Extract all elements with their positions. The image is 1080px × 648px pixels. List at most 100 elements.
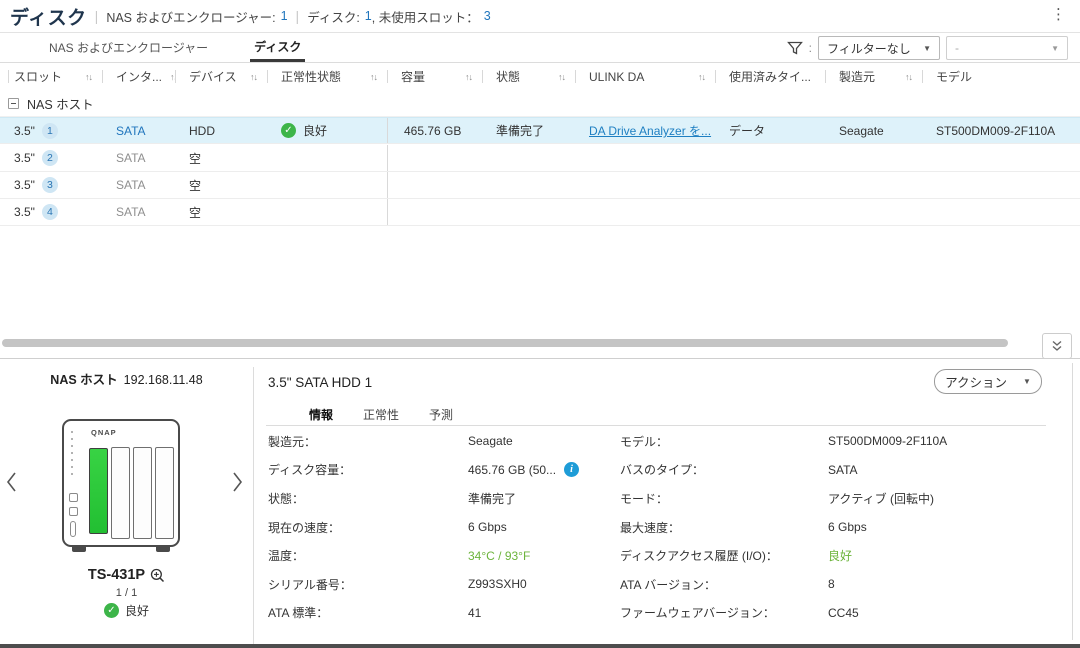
- sort-icon[interactable]: ↑↓: [250, 72, 257, 82]
- action-button[interactable]: アクション ▼: [934, 369, 1042, 394]
- summary-free-slots-label: , 未使用スロット：: [372, 7, 479, 26]
- health-cell: [267, 199, 387, 225]
- sort-icon[interactable]: ↑↓: [905, 72, 912, 82]
- field-label-disk-access-history: ディスクアクセス履歴 (I/O)：: [620, 547, 828, 564]
- carousel-next-button[interactable]: [229, 471, 245, 493]
- horizontal-scrollbar-thumb[interactable]: [2, 339, 1008, 347]
- slot-cell: 3.5" 4: [0, 199, 102, 225]
- ulink-da-cell: [575, 172, 715, 198]
- field-value-serial-number: Z993SXH0: [468, 577, 620, 591]
- used-type-cell: [715, 145, 825, 171]
- zoom-in-icon[interactable]: [150, 568, 165, 583]
- column-header-status[interactable]: 状態 ↑↓: [482, 63, 575, 90]
- manufacturer-cell: Seagate: [825, 118, 922, 143]
- column-header-model[interactable]: モデル: [922, 63, 1080, 90]
- sort-icon[interactable]: ↑↓: [85, 72, 92, 82]
- sort-icon[interactable]: ↑↓: [370, 72, 377, 82]
- column-header-device[interactable]: デバイス ↑↓: [175, 63, 267, 90]
- separator: |: [296, 8, 300, 24]
- slot-number-badge: 1: [42, 123, 58, 139]
- device-button: [69, 507, 78, 516]
- drive-bay-1-occupied[interactable]: [89, 448, 108, 534]
- column-header-ulink-da[interactable]: ULINK DA ↑↓: [575, 63, 715, 90]
- device-button: [69, 493, 78, 502]
- collapse-group-icon[interactable]: [8, 98, 19, 109]
- field-value-current-speed: 6 Gbps: [468, 520, 620, 534]
- sort-icon[interactable]: ↑↓: [698, 72, 705, 82]
- field-label-bus-type: バスのタイプ：: [620, 461, 828, 478]
- field-label-ata-standard: ATA 標準：: [268, 604, 468, 621]
- health-cell: [267, 172, 387, 198]
- field-value-ata-standard: 41: [468, 606, 620, 620]
- healthy-check-icon: ✓: [281, 123, 296, 138]
- double-chevron-down-icon: [1050, 339, 1064, 353]
- drive-bay-2-empty[interactable]: [111, 447, 130, 539]
- tab-bar: NAS およびエンクロージャー ディスク : フィルターなし ▼ - ▼: [0, 33, 1080, 63]
- device-cell: HDD: [175, 118, 267, 143]
- da-drive-analyzer-link[interactable]: DA Drive Analyzer を...: [589, 122, 711, 139]
- capacity-cell: 465.76 GB: [387, 118, 482, 143]
- field-label-mode: モード：: [620, 490, 828, 507]
- device-power-button: [70, 521, 76, 537]
- carousel-prev-button[interactable]: [4, 471, 20, 493]
- tab-prediction[interactable]: 予測: [429, 406, 453, 427]
- field-label-ata-version: ATA バージョン：: [620, 576, 828, 593]
- used-type-cell: [715, 172, 825, 198]
- drive-bay-4-empty[interactable]: [155, 447, 174, 539]
- table-row[interactable]: 3.5" 1 SATA HDD ✓ 良好 465.76 GB 準備完了 DA D…: [0, 117, 1080, 144]
- status-cell: [482, 172, 575, 198]
- vertical-scrollbar[interactable]: [1072, 363, 1073, 640]
- tab-disk[interactable]: ディスク: [250, 33, 305, 62]
- title-bar: ディスク | NAS およびエンクロージャー: 1 | ディスク: 1 , 未使…: [0, 0, 1080, 33]
- filter-dropdown[interactable]: フィルターなし ▼: [818, 36, 940, 60]
- tab-nas-and-enclosure[interactable]: NAS およびエンクロージャー: [45, 33, 212, 62]
- column-header-used-type[interactable]: 使用済みタイ...: [715, 63, 825, 90]
- field-value-manufacturer: Seagate: [468, 434, 620, 448]
- table-row[interactable]: 3.5" 2 SATA 空: [0, 145, 1080, 172]
- device-model: TS-431P: [88, 567, 145, 583]
- drive-bay-3-empty[interactable]: [133, 447, 152, 539]
- nas-device-illustration[interactable]: QNAP: [62, 419, 180, 547]
- filter-dropdown-value: フィルターなし: [827, 40, 911, 57]
- more-options-icon[interactable]: ⋮: [1051, 7, 1066, 22]
- device-foot: [72, 547, 86, 552]
- collapse-panel-button[interactable]: [1042, 333, 1072, 359]
- tabs-divider: [266, 425, 1046, 426]
- horizontal-scrollbar[interactable]: [0, 337, 1040, 349]
- ulink-da-cell: [575, 145, 715, 171]
- table-row[interactable]: 3.5" 3 SATA 空: [0, 172, 1080, 199]
- capacity-cell: [387, 145, 482, 171]
- column-header-health[interactable]: 正常性状態 ↑↓: [267, 63, 387, 90]
- column-header-manufacturer[interactable]: 製造元 ↑↓: [825, 63, 922, 90]
- filter-zone: : フィルターなし ▼ - ▼: [787, 36, 1068, 60]
- table-header: スロット ↑↓ インタ... ↑↓ デバイス ↑↓ 正常性状態 ↑↓ 容量 ↑↓…: [0, 63, 1080, 90]
- used-type-cell: データ: [715, 118, 825, 143]
- field-label-manufacturer: 製造元：: [268, 433, 468, 450]
- column-header-interface[interactable]: インタ... ↑↓: [102, 63, 175, 90]
- field-value-bus-type: SATA: [828, 463, 1046, 477]
- sort-icon[interactable]: ↑↓: [465, 72, 472, 82]
- field-value-model: ST500DM009-2F110A: [828, 434, 1046, 448]
- summary-enclosure-count: 1: [281, 9, 288, 23]
- tab-health[interactable]: 正常性: [363, 406, 399, 427]
- detail-tabs: 情報 正常性 予測: [309, 406, 453, 427]
- carousel-page-indicator: 1 / 1: [0, 587, 253, 599]
- secondary-dropdown[interactable]: - ▼: [946, 36, 1068, 60]
- group-row-nas-host[interactable]: NAS ホスト: [0, 90, 1080, 117]
- device-foot: [156, 547, 170, 552]
- column-header-slot[interactable]: スロット ↑↓: [0, 63, 102, 90]
- field-label-serial-number: シリアル番号：: [268, 576, 468, 593]
- group-label: NAS ホスト: [27, 94, 94, 113]
- slot-cell: 3.5" 1: [0, 118, 102, 143]
- summary-disk-label: ディスク:: [307, 7, 360, 26]
- info-icon[interactable]: i: [564, 462, 579, 477]
- host-label: NAS ホスト: [50, 373, 117, 387]
- sort-icon[interactable]: ↑↓: [558, 72, 565, 82]
- tab-information[interactable]: 情報: [309, 406, 333, 427]
- interface-cell: SATA: [102, 145, 175, 171]
- slot-cell: 3.5" 2: [0, 145, 102, 171]
- model-cell: ST500DM009-2F110A: [922, 118, 1080, 143]
- field-value-status: 準備完了: [468, 490, 620, 507]
- column-header-capacity[interactable]: 容量 ↑↓: [387, 63, 482, 90]
- table-row[interactable]: 3.5" 4 SATA 空: [0, 199, 1080, 226]
